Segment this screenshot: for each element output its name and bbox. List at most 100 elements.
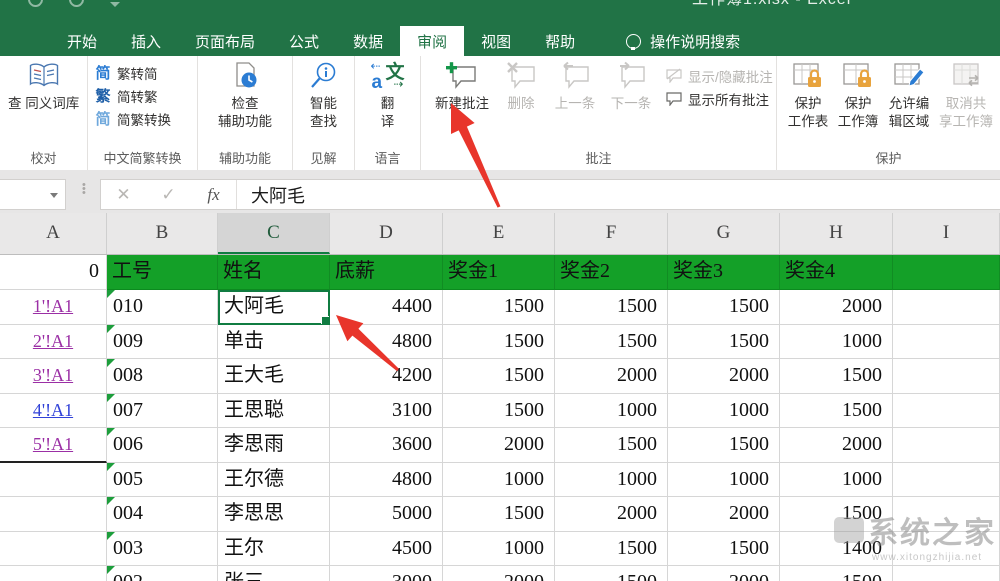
cell-G10[interactable]: 2000 bbox=[668, 566, 780, 581]
cell-E10[interactable]: 2000 bbox=[443, 566, 555, 581]
cell-E5[interactable]: 1500 bbox=[443, 394, 555, 429]
name-box-dropdown-icon[interactable] bbox=[50, 193, 58, 198]
cell-D5[interactable]: 3100 bbox=[330, 394, 443, 429]
translate-button[interactable]: 文 a ⇠ ⇢ 翻译 bbox=[371, 61, 405, 130]
formula-bar-drag-handle[interactable]: ••• bbox=[82, 183, 86, 195]
redo-icon[interactable] bbox=[66, 0, 87, 10]
cell-B6[interactable]: 006 bbox=[107, 428, 218, 463]
cell-H9[interactable]: 1400 bbox=[780, 532, 893, 567]
cell-G9[interactable]: 1500 bbox=[668, 532, 780, 567]
cell-C4[interactable]: 王大毛 bbox=[218, 359, 330, 394]
cell-F9[interactable]: 1500 bbox=[555, 532, 668, 567]
tab-插入[interactable]: 插入 bbox=[114, 26, 178, 56]
fill-handle[interactable] bbox=[321, 316, 330, 325]
cell-C6[interactable]: 李思雨 bbox=[218, 428, 330, 463]
qat-dropdown-icon[interactable] bbox=[110, 2, 120, 7]
cell-H10[interactable]: 1500 bbox=[780, 566, 893, 581]
confirm-entry-button[interactable]: ✓ bbox=[146, 185, 191, 205]
cell-F5[interactable]: 1000 bbox=[555, 394, 668, 429]
cell-header-F[interactable]: 奖金2 bbox=[555, 255, 668, 290]
allow-edit-ranges-button[interactable]: 允许编辑区域 bbox=[883, 61, 935, 130]
cell-D2[interactable]: 4400 bbox=[330, 290, 443, 325]
cell-header-B[interactable]: 工号 bbox=[107, 255, 218, 290]
column-header-E[interactable]: E bbox=[443, 213, 555, 254]
cell-D8[interactable]: 5000 bbox=[330, 497, 443, 532]
cell-B5[interactable]: 007 bbox=[107, 394, 218, 429]
cell-C7[interactable]: 王尔德 bbox=[218, 463, 330, 498]
cell-A2[interactable]: 1'!A1 bbox=[0, 290, 107, 325]
cell-A6[interactable]: 5'!A1 bbox=[0, 428, 107, 463]
cell-H3[interactable]: 1000 bbox=[780, 325, 893, 360]
cell-header-C[interactable]: 姓名 bbox=[218, 255, 330, 290]
cell-D3[interactable]: 4800 bbox=[330, 325, 443, 360]
cell-B7[interactable]: 005 bbox=[107, 463, 218, 498]
cell-header-E[interactable]: 奖金1 bbox=[443, 255, 555, 290]
next-comment-button[interactable]: 下一条 bbox=[603, 61, 659, 113]
cell-I10[interactable] bbox=[893, 566, 1000, 581]
protect-workbook-button[interactable]: 保护工作簿 bbox=[833, 61, 883, 130]
cell-D7[interactable]: 4800 bbox=[330, 463, 443, 498]
cell-C2[interactable]: 大阿毛 bbox=[218, 290, 330, 325]
tab-帮助[interactable]: 帮助 bbox=[528, 26, 592, 56]
cell-A4[interactable]: 3'!A1 bbox=[0, 359, 107, 394]
cell-H4[interactable]: 1500 bbox=[780, 359, 893, 394]
sheet-link[interactable]: 3'!A1 bbox=[33, 365, 73, 385]
tell-me-search[interactable]: 操作说明搜索 bbox=[626, 26, 740, 56]
name-box[interactable] bbox=[0, 179, 66, 210]
cell-E9[interactable]: 1000 bbox=[443, 532, 555, 567]
cell-F7[interactable]: 1000 bbox=[555, 463, 668, 498]
tab-数据[interactable]: 数据 bbox=[336, 26, 400, 56]
cell-F6[interactable]: 1500 bbox=[555, 428, 668, 463]
column-header-A[interactable]: A bbox=[0, 213, 107, 254]
cell-B10[interactable]: 002 bbox=[107, 566, 218, 581]
cell-E6[interactable]: 2000 bbox=[443, 428, 555, 463]
sheet-link[interactable]: 1'!A1 bbox=[33, 296, 73, 316]
insert-function-button[interactable]: fx bbox=[191, 185, 236, 205]
cell-H7[interactable]: 1000 bbox=[780, 463, 893, 498]
cell-A7[interactable] bbox=[0, 463, 107, 498]
cell-A5[interactable]: 4'!A1 bbox=[0, 394, 107, 429]
check-accessibility-button[interactable]: 检查辅助功能 bbox=[218, 61, 272, 130]
delete-comment-button[interactable]: 删除 bbox=[495, 61, 547, 113]
tab-页面布局[interactable]: 页面布局 bbox=[178, 26, 272, 56]
cell-header-G[interactable]: 奖金3 bbox=[668, 255, 780, 290]
cell-B9[interactable]: 003 bbox=[107, 532, 218, 567]
column-header-C[interactable]: C bbox=[218, 213, 330, 254]
column-header-H[interactable]: H bbox=[780, 213, 893, 254]
cell-A3[interactable]: 2'!A1 bbox=[0, 325, 107, 360]
cell-B2[interactable]: 010 bbox=[107, 290, 218, 325]
cell-H2[interactable]: 2000 bbox=[780, 290, 893, 325]
cell-I9[interactable] bbox=[893, 532, 1000, 567]
smart-lookup-button[interactable]: 智能查找 bbox=[307, 61, 341, 130]
new-comment-button[interactable]: 新建批注 bbox=[429, 61, 495, 113]
cell-I8[interactable] bbox=[893, 497, 1000, 532]
cell-E7[interactable]: 1000 bbox=[443, 463, 555, 498]
cell-C3[interactable]: 单击 bbox=[218, 325, 330, 360]
cell-F3[interactable]: 1500 bbox=[555, 325, 668, 360]
cell-G6[interactable]: 1500 bbox=[668, 428, 780, 463]
cell-E4[interactable]: 1500 bbox=[443, 359, 555, 394]
cell-C5[interactable]: 王思聪 bbox=[218, 394, 330, 429]
cell-A8[interactable] bbox=[0, 497, 107, 532]
cell-E8[interactable]: 1500 bbox=[443, 497, 555, 532]
cell-header-H[interactable]: 奖金4 bbox=[780, 255, 893, 290]
cell-B8[interactable]: 004 bbox=[107, 497, 218, 532]
cell-D10[interactable]: 3000 bbox=[330, 566, 443, 581]
tab-公式[interactable]: 公式 bbox=[272, 26, 336, 56]
cell-D9[interactable]: 4500 bbox=[330, 532, 443, 567]
cell-H5[interactable]: 1500 bbox=[780, 394, 893, 429]
show-all-comments-button[interactable]: 显示所有批注 bbox=[665, 87, 773, 110]
cell-C9[interactable]: 王尔 bbox=[218, 532, 330, 567]
cell-I4[interactable] bbox=[893, 359, 1000, 394]
cell-B4[interactable]: 008 bbox=[107, 359, 218, 394]
cell-I6[interactable] bbox=[893, 428, 1000, 463]
cell-A9[interactable] bbox=[0, 532, 107, 567]
cell-F2[interactable]: 1500 bbox=[555, 290, 668, 325]
spellcheck-partial-label[interactable]: 查 bbox=[8, 96, 22, 111]
sheet-link[interactable]: 4'!A1 bbox=[33, 400, 73, 420]
column-header-F[interactable]: F bbox=[555, 213, 668, 254]
unshare-workbook-button[interactable]: 取消共享工作簿 bbox=[935, 61, 997, 130]
column-header-B[interactable]: B bbox=[107, 213, 218, 254]
cell-I2[interactable] bbox=[893, 290, 1000, 325]
tab-开始[interactable]: 开始 bbox=[50, 26, 114, 56]
